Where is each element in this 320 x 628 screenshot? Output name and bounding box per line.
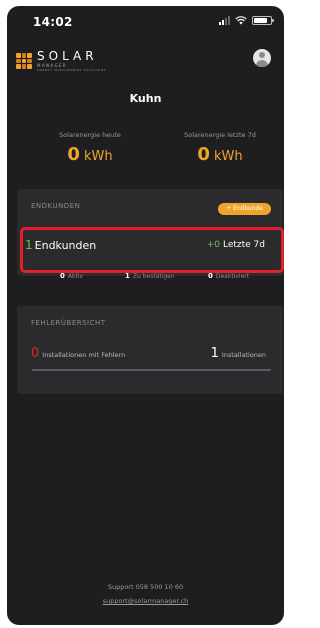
status-time: 14:02 [33,15,73,29]
energy-today-unit: kWh [83,149,113,164]
customers-week-delta: +0 Letzte 7d [207,240,265,250]
stat-active-label: Aktiv [67,273,84,280]
signal-icon [219,16,230,25]
wifi-icon [235,16,247,25]
installations-count-label: Installationen [221,351,266,359]
customers-count-label: Endkunden [34,239,97,252]
energy-today: Solarenergie heute 0 kWh [35,131,145,165]
logo-main-text: SOLAR [37,49,98,63]
installations-count-value: 1 [210,346,219,361]
energy-week-unit: kWh [213,149,243,164]
week-delta-value: +0 [206,240,220,250]
errors-count[interactable]: 0 Installationen mit Fehlern [31,346,125,361]
profile-avatar-icon[interactable] [253,49,271,67]
energy-week: Solarenergie letzte 7d 0 kWh [165,131,275,165]
stat-to-confirm: 1 Zu bestätigen [125,272,175,280]
stat-to-confirm-label: Zu bestätigen [132,273,175,280]
errors-section-label: FEHLERÜBERSICHT [31,319,106,327]
support-phone[interactable]: Support 058 500 10 60 [7,583,284,591]
status-icons [219,16,274,25]
stat-active: 0 Aktiv [60,272,83,280]
errors-count-value: 0 [31,346,40,361]
week-delta-label: Letzte 7d [222,240,265,250]
app-screen: 14:02 SOLAR MANAGER ENERGY MANAGEMENT SO… [7,6,284,625]
stat-deactivated-label: Deaktiviert [215,273,250,280]
page-title: Kuhn [129,92,162,105]
customers-section-label: ENDKUNDEN [31,202,81,210]
stat-active-value: 0 [60,272,65,280]
errors-progress-bar [32,369,271,371]
stat-to-confirm-value: 1 [125,272,130,280]
add-customer-button[interactable]: + Endkunde [218,203,271,215]
errors-count-label: Installationen mit Fehlern [42,351,126,359]
stat-deactivated-value: 0 [208,272,213,280]
solar-manager-logo: SOLAR MANAGER ENERGY MANAGEMENT SOLUTION… [16,50,106,72]
status-bar: 14:02 [7,6,284,38]
installations-count[interactable]: 1 Installationen [211,346,266,361]
stat-deactivated: 0 Deaktiviert [208,272,249,280]
logo-grid-icon [16,53,32,69]
energy-today-value: 0 [67,144,80,165]
energy-today-label: Solarenergie heute [59,131,121,139]
logo-tagline: ENERGY MANAGEMENT SOLUTIONS [37,68,107,72]
energy-week-value: 0 [197,144,210,165]
customers-count-value: 1 [25,238,33,252]
support-email-link[interactable]: support@solarmanager.ch [7,597,284,605]
customers-count: 1 Endkunden [25,238,96,252]
energy-week-label: Solarenergie letzte 7d [184,131,256,139]
battery-icon [252,16,274,25]
